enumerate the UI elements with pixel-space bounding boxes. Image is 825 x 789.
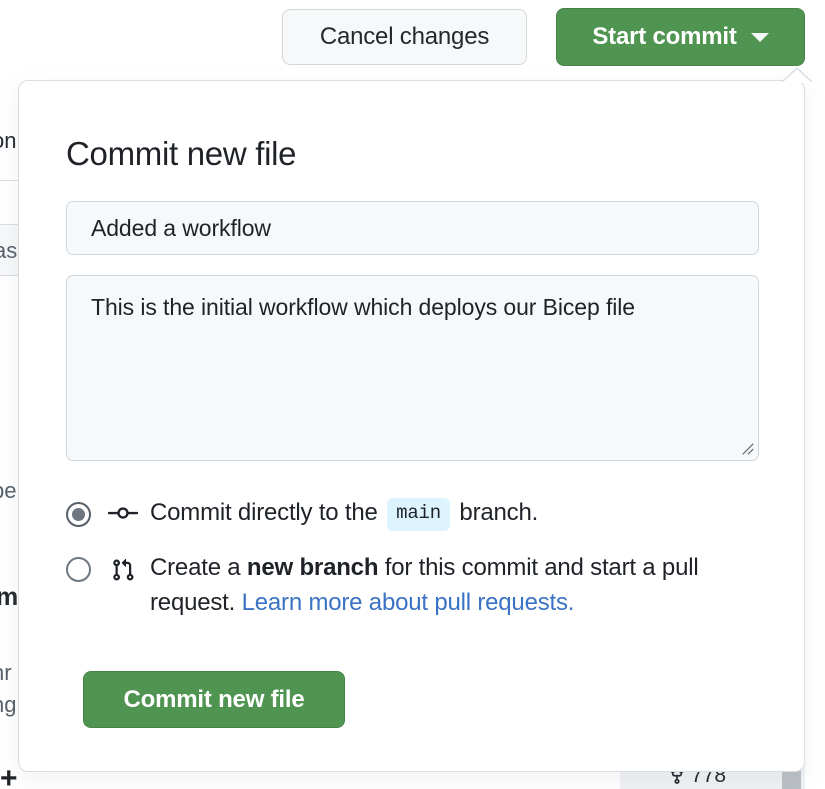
chevron-down-icon — [750, 32, 769, 42]
radio-create-new-branch[interactable] — [66, 557, 91, 582]
dialog-title: Commit new file — [66, 135, 297, 172]
commit-directly-suffix: branch. — [459, 499, 539, 526]
background-text-fragment: on — [0, 128, 17, 153]
new-branch-emphasis: new branch — [246, 554, 379, 581]
add-icon[interactable]: + — [0, 764, 18, 789]
option-create-new-branch[interactable]: Create a new branch for this commit and … — [66, 551, 766, 621]
branch-name-badge: main — [387, 498, 450, 531]
commit-directly-prefix: Commit directly to the — [150, 499, 378, 526]
start-commit-button[interactable]: Start commit — [556, 8, 805, 66]
background-text-fragment: nr — [0, 660, 12, 685]
editor-toolbar: Cancel changes Start commit — [0, 0, 825, 70]
option-commit-directly[interactable]: Commit directly to the main branch. — [66, 496, 766, 531]
new-branch-prefix: Create a — [150, 554, 241, 581]
radio-commit-directly[interactable] — [66, 502, 91, 527]
cancel-changes-button[interactable]: Cancel changes — [282, 9, 527, 65]
start-commit-label: Start commit — [592, 23, 737, 50]
commit-description-textarea[interactable] — [66, 275, 759, 461]
radio-selected-dot — [72, 508, 85, 521]
git-commit-icon — [108, 503, 138, 523]
dialog-caret-fill — [782, 69, 812, 83]
option-commit-directly-text: Commit directly to the main branch. — [150, 496, 538, 531]
background-text-fragment: ng — [0, 692, 17, 717]
background-text-fragment: m — [0, 583, 19, 611]
git-pull-request-icon — [108, 558, 138, 582]
background-text-fragment: as — [0, 238, 18, 263]
learn-more-pull-requests-link[interactable]: Learn more about pull requests. — [242, 589, 575, 616]
background-text-fragment: be — [0, 478, 17, 503]
commit-new-file-dialog: Commit new file Commit directly — [18, 67, 813, 772]
screen-root: on as be m nr ng + 778 Cancel changes St… — [0, 0, 825, 789]
commit-summary-input[interactable] — [66, 201, 759, 255]
option-create-new-branch-text: Create a new branch for this commit and … — [150, 551, 766, 621]
commit-new-file-submit-button[interactable]: Commit new file — [83, 671, 345, 728]
